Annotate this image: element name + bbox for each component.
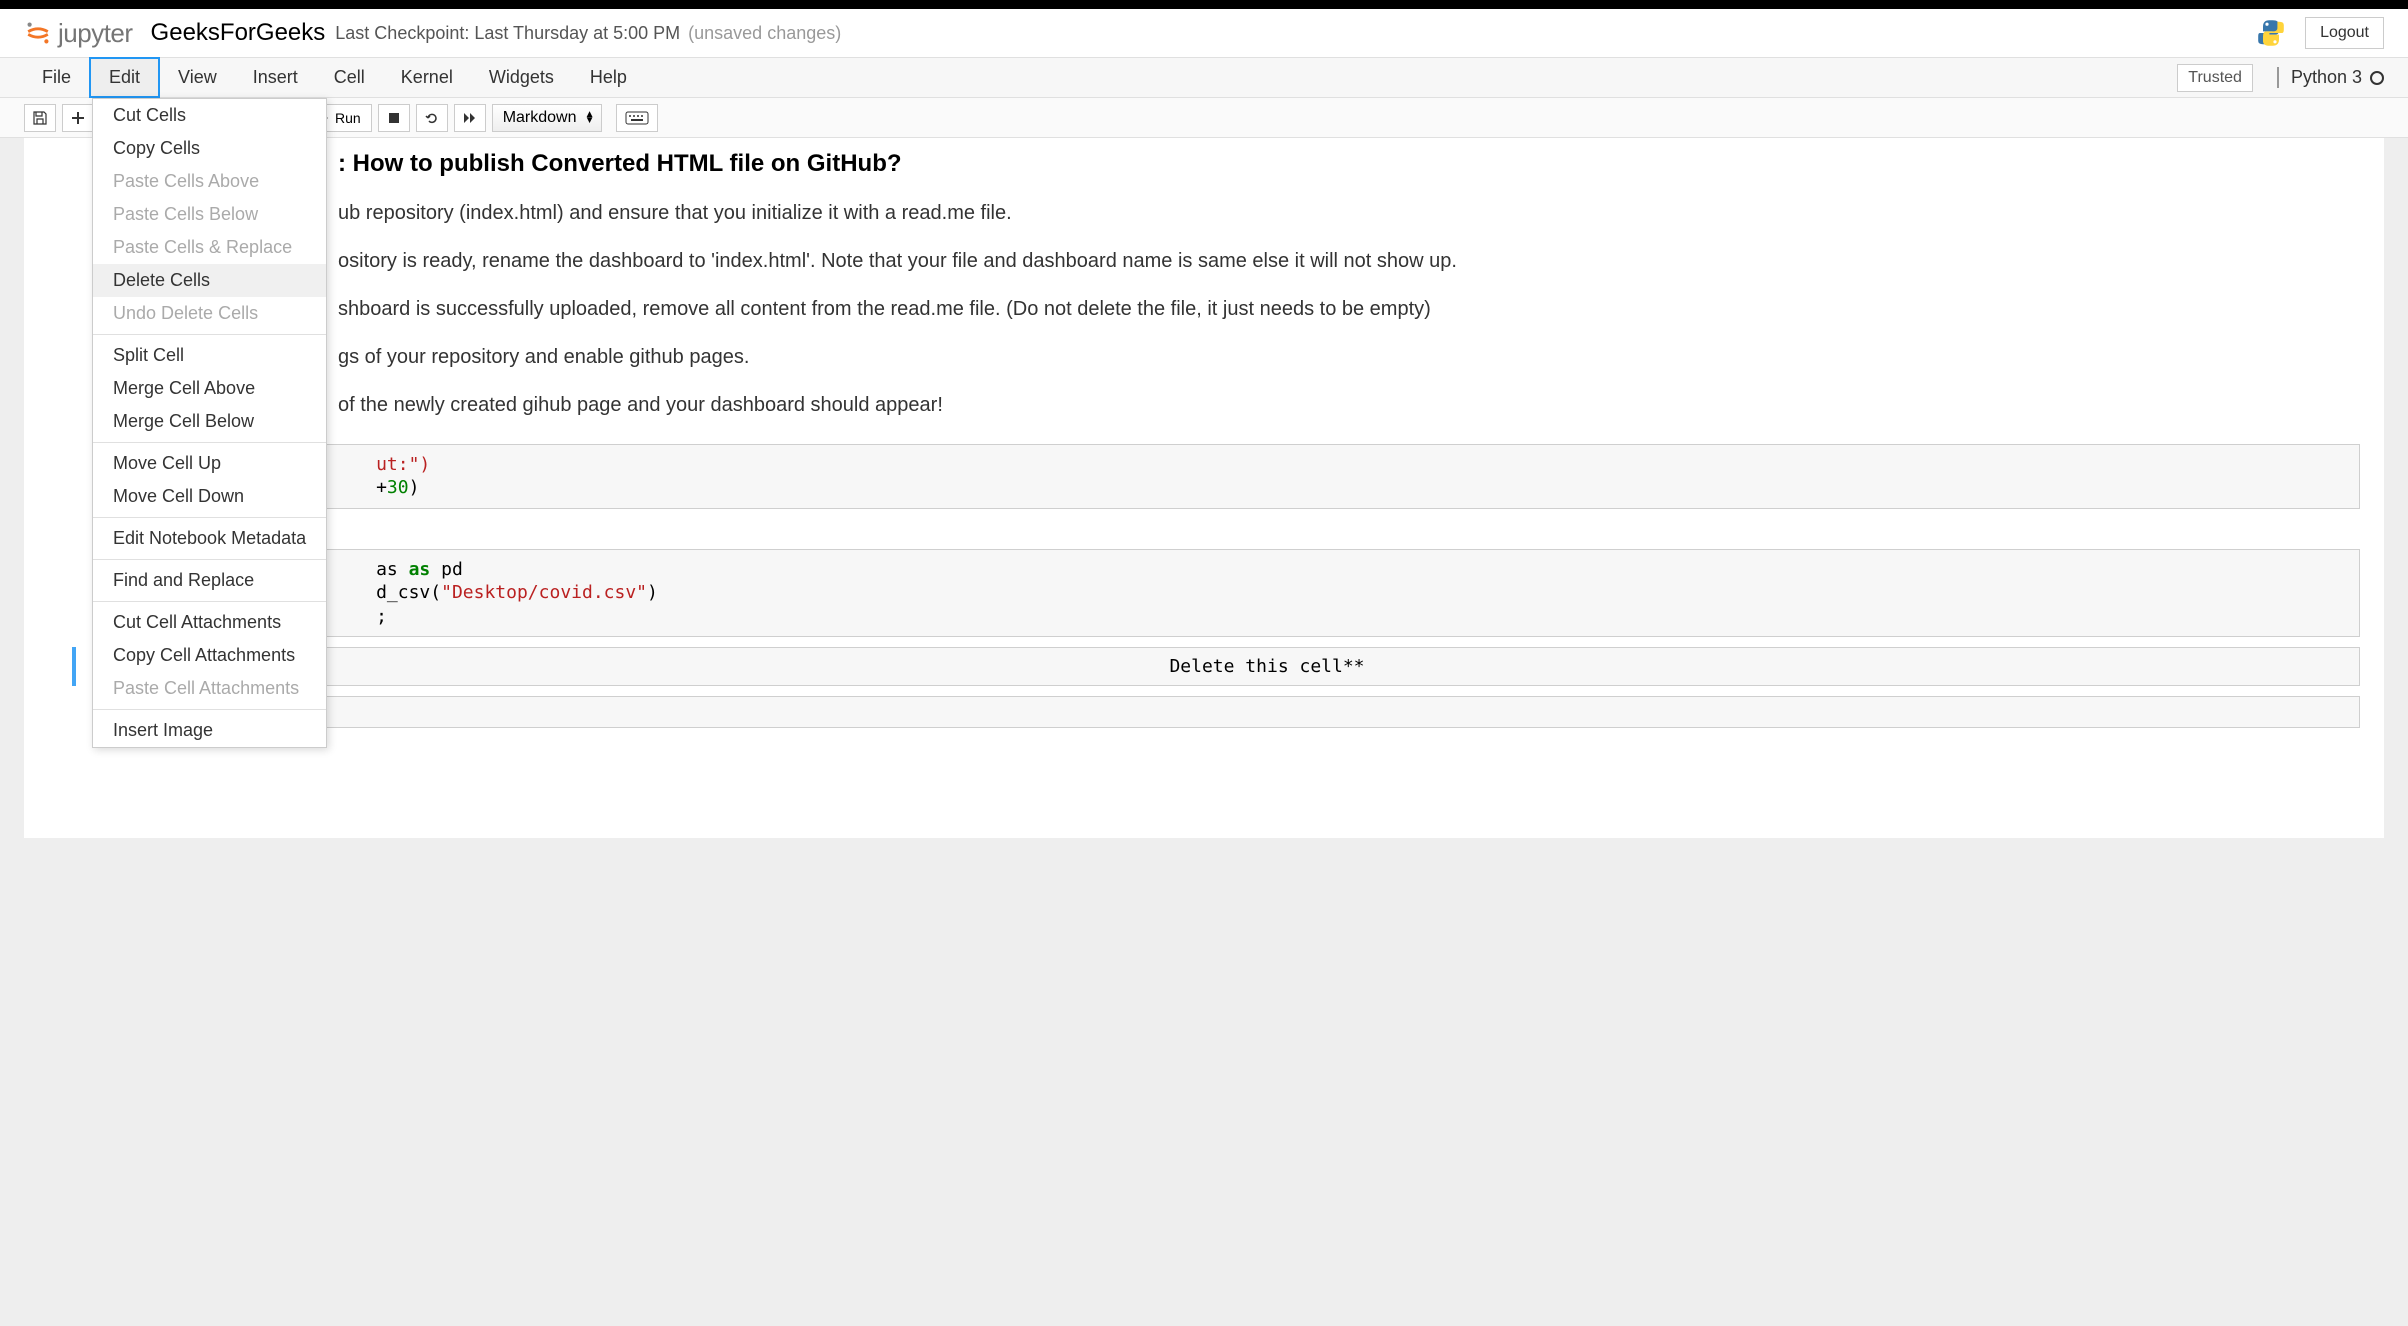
markdown-cell-delete[interactable]: In [ ]: Delete this cell** — [72, 647, 2360, 686]
plus-icon — [71, 111, 85, 125]
markdown-body-delete[interactable]: Delete this cell** — [174, 647, 2360, 686]
toolbar: Run Markdown ▲▼ — [0, 98, 2408, 138]
tok: ; — [376, 606, 387, 627]
edit-menu-find-and-replace[interactable]: Find and Replace — [93, 564, 326, 597]
edit-menu-insert-image[interactable]: Insert Image — [93, 714, 326, 747]
notebook-name[interactable]: GeeksForGeeks — [151, 19, 326, 47]
menu-cell[interactable]: Cell — [316, 59, 383, 96]
edit-menu-paste-cell-attachments: Paste Cell Attachments — [93, 672, 326, 705]
logout-button[interactable]: Logout — [2305, 17, 2384, 49]
edit-menu-paste-cells-below: Paste Cells Below — [93, 198, 326, 231]
jupyter-logo-text: jupyter — [58, 18, 133, 49]
fast-forward-button[interactable] — [454, 104, 486, 132]
menu-widgets[interactable]: Widgets — [471, 59, 572, 96]
add-cell-button[interactable] — [62, 104, 94, 132]
save-button[interactable] — [24, 104, 56, 132]
edit-menu-cut-cell-attachments[interactable]: Cut Cell Attachments — [93, 606, 326, 639]
window-top-bar — [0, 0, 2408, 9]
edit-menu-move-cell-down[interactable]: Move Cell Down — [93, 480, 326, 513]
keyboard-icon — [625, 111, 649, 125]
menu-insert[interactable]: Insert — [235, 59, 316, 96]
restart-button[interactable] — [416, 104, 448, 132]
dropdown-divider — [93, 442, 326, 443]
cell-type-value: Markdown — [503, 109, 577, 127]
tok: ) — [647, 582, 658, 603]
tok: as — [376, 559, 409, 580]
edit-menu-move-cell-up[interactable]: Move Cell Up — [93, 447, 326, 480]
fast-forward-icon — [463, 112, 477, 124]
trusted-badge[interactable]: Trusted — [2177, 64, 2253, 92]
header: jupyter GeeksForGeeks Last Checkpoint: L… — [0, 9, 2408, 58]
save-icon — [32, 110, 48, 126]
markdown-heading: : How to publish Converted HTML file on … — [338, 150, 2360, 178]
dropdown-divider — [93, 709, 326, 710]
empty-cell-body[interactable] — [170, 696, 2360, 728]
tok: as — [409, 559, 431, 580]
unsaved-indicator: (unsaved changes) — [688, 23, 841, 44]
kernel-status-icon — [2370, 71, 2384, 85]
edit-menu-delete-cells[interactable]: Delete Cells — [93, 264, 326, 297]
edit-menu-merge-cell-below[interactable]: Merge Cell Below — [93, 405, 326, 438]
menu-kernel[interactable]: Kernel — [383, 59, 471, 96]
checkpoint-text: Last Checkpoint: Last Thursday at 5:00 P… — [335, 23, 680, 44]
dropdown-divider — [93, 517, 326, 518]
tok: ) — [409, 477, 420, 498]
run-label: Run — [335, 110, 361, 126]
markdown-step2: ository is ready, rename the dashboard t… — [338, 246, 2360, 276]
edit-dropdown: Cut CellsCopy CellsPaste Cells AbovePast… — [92, 98, 327, 748]
edit-menu-copy-cells[interactable]: Copy Cells — [93, 132, 326, 165]
dropdown-divider — [93, 559, 326, 560]
menu-view[interactable]: View — [160, 59, 235, 96]
markdown-step3: shboard is successfully uploaded, remove… — [338, 294, 2360, 324]
edit-menu-paste-cells-replace: Paste Cells & Replace — [93, 231, 326, 264]
empty-cell[interactable]: In [ ]: — [72, 696, 2360, 728]
python-logo-icon — [2255, 17, 2287, 49]
edit-menu-merge-cell-above[interactable]: Merge Cell Above — [93, 372, 326, 405]
menu-edit[interactable]: Edit — [89, 57, 160, 98]
code-body-1[interactable]: ut:") +30) — [170, 444, 2360, 509]
kernel-name: Python 3 — [2291, 67, 2362, 88]
code-cell-2[interactable]: In [3]: as as pd d_csv("Desktop/covid.cs… — [72, 549, 2360, 637]
jupyter-logo[interactable]: jupyter — [24, 18, 133, 49]
kernel-indicator[interactable]: Python 3 — [2277, 67, 2384, 88]
edit-menu-cut-cells[interactable]: Cut Cells — [93, 99, 326, 132]
dropdown-divider — [93, 334, 326, 335]
markdown-step5: of the newly created gihub page and your… — [338, 390, 2360, 420]
dropdown-divider — [93, 601, 326, 602]
tok: pd — [430, 559, 463, 580]
tok: d_csv( — [376, 582, 441, 603]
notebook-area: : How to publish Converted HTML file on … — [24, 138, 2384, 838]
menubar: File Edit View Insert Cell Kernel Widget… — [0, 58, 2408, 98]
edit-menu-split-cell[interactable]: Split Cell — [93, 339, 326, 372]
select-arrows-icon: ▲▼ — [585, 112, 595, 124]
code-body-2[interactable]: as as pd d_csv("Desktop/covid.csv") ; — [170, 549, 2360, 637]
tok: "Desktop/covid.csv" — [441, 582, 647, 603]
jupyter-logo-icon — [24, 19, 52, 47]
stop-icon — [388, 112, 400, 124]
menu-help[interactable]: Help — [572, 59, 645, 96]
restart-icon — [425, 111, 439, 125]
edit-menu-undo-delete-cells: Undo Delete Cells — [93, 297, 326, 330]
stop-button[interactable] — [378, 104, 410, 132]
cell-type-select[interactable]: Markdown ▲▼ — [492, 104, 602, 132]
command-palette-button[interactable] — [616, 104, 658, 132]
menu-file[interactable]: File — [24, 59, 89, 96]
tok: + — [376, 477, 387, 498]
tok: 30 — [387, 477, 409, 498]
edit-menu-edit-notebook-metadata[interactable]: Edit Notebook Metadata — [93, 522, 326, 555]
markdown-step1: ub repository (index.html) and ensure th… — [338, 198, 2360, 228]
edit-menu-paste-cells-above: Paste Cells Above — [93, 165, 326, 198]
markdown-step4: gs of your repository and enable github … — [338, 342, 2360, 372]
edit-menu-copy-cell-attachments[interactable]: Copy Cell Attachments — [93, 639, 326, 672]
code-cell-1[interactable]: In [2]: ut:") +30) — [72, 444, 2360, 509]
tok: ut:") — [376, 454, 430, 475]
